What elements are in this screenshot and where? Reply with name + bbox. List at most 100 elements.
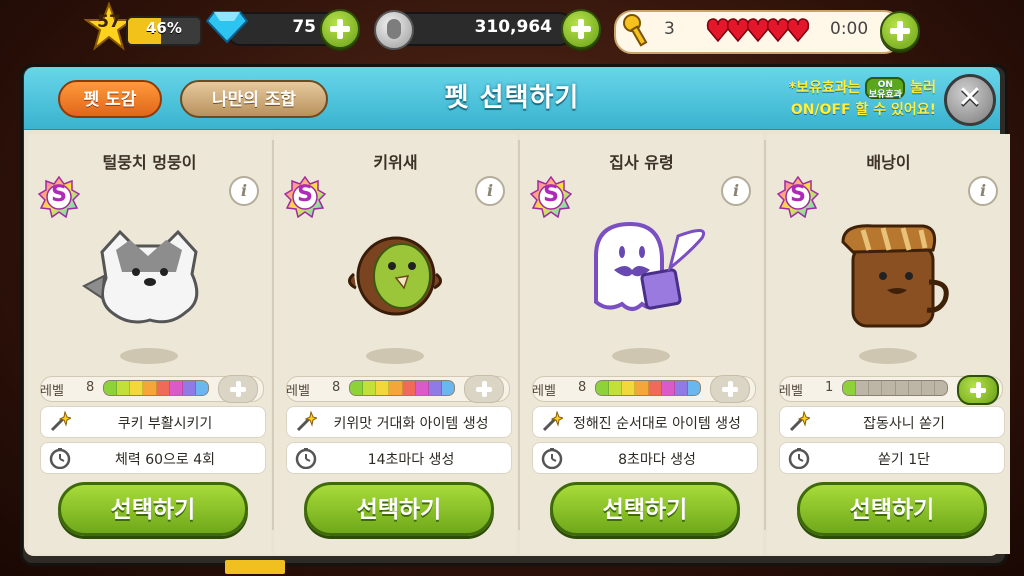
pet-card[interactable]: 배낭이 S i 레벨 1 잡동사니 쏟기 쏟기 1단 선택하기 [767,134,1010,554]
level-segment [635,381,649,395]
level-segment [869,381,883,395]
level-segment [143,381,157,395]
level-up-button[interactable] [710,375,750,403]
pet-level: 1 [825,380,834,395]
s-rank-letter: S [790,182,806,207]
level-segment [856,381,870,395]
magic-wand-icon [541,410,565,433]
level-up-button[interactable] [464,375,504,403]
pet-skill-row: 정해진 순서대로 아이템 생성 [532,406,758,438]
level-segment [441,381,454,395]
s-rank-letter: S [297,182,313,207]
pet-shadow [612,348,670,364]
pet-shadow [366,348,424,364]
level-segment [428,381,442,395]
pet-image [320,216,470,336]
pet-timing-row: 14초마다 생성 [286,442,512,474]
level-segment [169,381,183,395]
level-segment [402,381,416,395]
pet-image [74,216,224,336]
bottom-strip [225,560,285,574]
pet-shadow [120,348,178,364]
pet-skill: 쿠키 부활시키기 [117,416,213,432]
pet-name: 털뭉치 멍뭉이 [102,153,197,172]
select-pet-button[interactable]: 선택하기 [58,482,248,536]
pet-name: 집사 유령 [609,153,674,172]
add-gems-button[interactable] [320,9,360,49]
level-segment [908,381,922,395]
pet-timing-row: 체력 60으로 4회 [40,442,266,474]
select-pet-button[interactable]: 선택하기 [304,482,494,536]
close-button[interactable]: ✕ [944,74,996,126]
level-segment [661,381,675,395]
s-rank-letter: S [543,182,559,207]
select-pet-button[interactable]: 선택하기 [797,482,987,536]
pet-level-bar [349,380,455,396]
level-segment [415,381,429,395]
pet-timing: 체력 60으로 4회 [114,452,216,468]
diamond-icon [206,11,248,44]
pet-card[interactable]: 털뭉치 멍뭉이 S i 레벨 8 쿠키 부활시키기 체력 60으로 4회 선택하… [28,134,271,554]
s-rank-badge-icon: S [283,175,327,219]
level-segment [648,381,662,395]
select-pet-button[interactable]: 선택하기 [550,482,740,536]
level-up-button[interactable] [957,375,999,405]
level-segment [182,381,196,395]
pet-skill: 키위맛 거대화 아이템 생성 [333,416,489,432]
pet-skill: 잡동사니 쏟기 [863,416,945,432]
pet-info-button[interactable]: i [475,176,505,206]
pet-level-bar [842,380,948,396]
on-badge-bottom: 보유효과 [868,90,902,100]
level-segment [934,381,947,395]
level-segment [104,381,118,395]
pet-level: 8 [332,380,341,395]
level-segment [609,381,623,395]
pet-timing: 14초마다 생성 [367,452,455,468]
s-rank-letter: S [51,182,67,207]
pet-skill-row: 잡동사니 쏟기 [779,406,1005,438]
pet-skill: 정해진 순서대로 아이템 생성 [573,416,741,432]
add-coins-button[interactable] [561,9,601,49]
level-segment [895,381,909,395]
level-segment [596,381,610,395]
life-timer: 0:00 [830,19,869,39]
level-label: 레벨 [532,384,556,399]
level-segment [376,381,390,395]
magic-wand-icon [788,410,812,433]
level-segment [363,381,377,395]
level-segment [843,381,857,395]
stopwatch-icon [788,447,810,470]
coin-count: 310,964 [474,17,552,37]
pet-skill-row: 쿠키 부활시키기 [40,406,266,438]
pet-name: 배낭이 [866,153,911,172]
pet-timing-row: 쏟기 1단 [779,442,1005,474]
hint-text-post: 눌러 [910,80,936,96]
level-up-button[interactable] [218,375,258,403]
magic-wand-icon [49,410,73,433]
s-rank-badge-icon: S [529,175,573,219]
gem-count: 75 [292,17,316,37]
level-segment [389,381,403,395]
pet-image [813,216,963,336]
level-segment [117,381,131,395]
level-segment [156,381,170,395]
key-count: 3 [664,19,675,39]
hint-text-pre: *보유효과는 [788,80,861,96]
on-badge-top: ON [877,80,893,90]
pet-card[interactable]: 키위새 S i 레벨 8 키위맛 거대화 아이템 생성 14초마다 생성 선택하… [274,134,517,554]
hearts-icon [706,18,810,43]
pet-level: 8 [578,380,587,395]
pet-info-button[interactable]: i [229,176,259,206]
pet-card[interactable]: 집사 유령 S i 레벨 8 정해진 순서대로 아이템 생성 8초마다 생성 선… [520,134,763,554]
level-segment [921,381,935,395]
level-segment [195,381,208,395]
stopwatch-icon [49,447,71,470]
add-life-button[interactable] [880,11,920,51]
key-icon [623,14,648,47]
pet-level: 8 [86,380,95,395]
heart-icon [726,18,750,43]
pet-info-button[interactable]: i [968,176,998,206]
pet-info-button[interactable]: i [721,176,751,206]
ownership-effect-hint: *보유효과는 ON 보유효과 눌러 ON/OFF 할 수 있어요! [760,77,936,121]
stopwatch-icon [541,447,563,470]
